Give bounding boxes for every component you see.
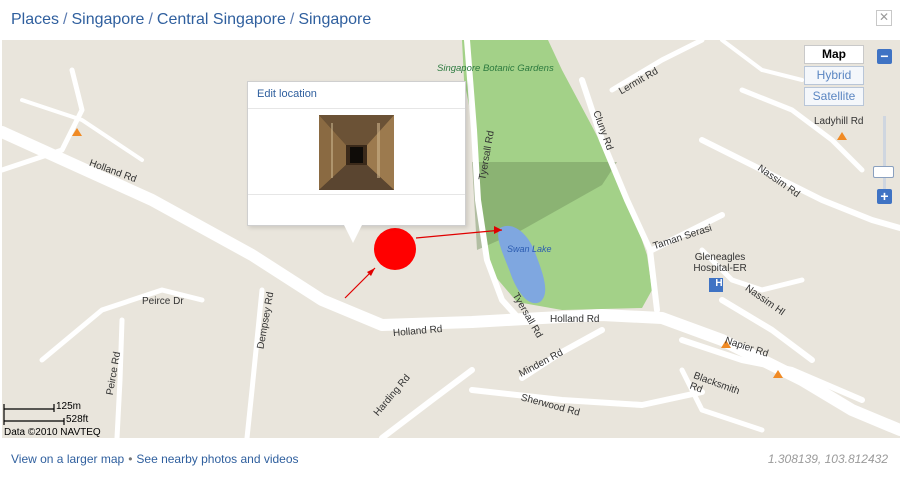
map-type-satellite-button[interactable]: Satellite (804, 87, 864, 106)
zoom-out-button[interactable]: − (877, 49, 892, 64)
nearby-photos-link[interactable]: See nearby photos and videos (136, 452, 298, 466)
breadcrumb-item-places[interactable]: Places (11, 11, 59, 28)
breadcrumb-item-singapore[interactable]: Singapore (71, 11, 144, 28)
zoom-slider-track[interactable] (883, 116, 886, 194)
map-type-map-button[interactable]: Map (804, 45, 864, 64)
label-ladyhill-rd: Ladyhill Rd (814, 116, 864, 127)
breadcrumb-separator: / (63, 11, 68, 28)
photo-thumbnail[interactable] (319, 115, 394, 190)
warning-icon (837, 132, 847, 140)
breadcrumb-separator: / (289, 11, 295, 28)
road-dempsey (244, 287, 265, 438)
label-holland-rd: Holland Rd (550, 314, 600, 325)
breadcrumb-item-central-singapore[interactable]: Central Singapore (157, 11, 286, 28)
breadcrumb: Places / Singapore / Central Singapore / Singa… (11, 11, 371, 29)
label-swan-lake: Swan Lake (507, 244, 552, 254)
breadcrumb-separator: / (148, 11, 153, 28)
header-bar: Places / Singapore / Central Singapore / Singa… (0, 0, 902, 40)
footer-bar: View on a larger map • See nearby photos a… (0, 444, 902, 477)
popup-divider (248, 194, 465, 195)
location-marker (374, 228, 416, 270)
map-type-hybrid-button[interactable]: Hybrid (804, 66, 864, 85)
label-gleneagles-hospital: Gleneagles Hospital-ER (693, 252, 747, 274)
popup-pointer (343, 223, 363, 243)
view-larger-map-link[interactable]: View on a larger map (11, 452, 124, 466)
location-popup: Edit location (247, 81, 466, 226)
coordinates-readout: 1.308139, 103.812432 (767, 452, 888, 466)
label-botanic-gardens: Singapore Botanic Gardens (437, 63, 554, 74)
zoom-slider-handle[interactable] (873, 166, 894, 178)
hospital-icon-label: H (715, 278, 723, 289)
edit-location-link[interactable]: Edit location (257, 88, 317, 100)
road-sherwood (469, 387, 705, 408)
road-left-1 (2, 67, 85, 173)
zoom-in-button[interactable]: + (877, 189, 892, 204)
scale-imperial-label: 528ft (66, 414, 89, 425)
road-harding (379, 367, 475, 438)
road-nassim (699, 137, 900, 231)
photo-thumbnail-icon (319, 115, 394, 190)
scale-metric-label: 125m (56, 401, 82, 412)
popup-divider (248, 108, 465, 109)
footer-separator: • (128, 452, 133, 466)
map-canvas[interactable]: Singapore Botanic Gardens Swan Lake Holl… (2, 40, 900, 438)
road-top-right (720, 40, 804, 82)
breadcrumb-item-singapore-city[interactable]: Singapore (298, 11, 371, 28)
close-icon[interactable]: ✕ (876, 10, 892, 26)
label-peirce-dr: Peirce Dr (142, 296, 184, 307)
map-attribution: Data ©2010 NAVTEQ (4, 427, 101, 438)
